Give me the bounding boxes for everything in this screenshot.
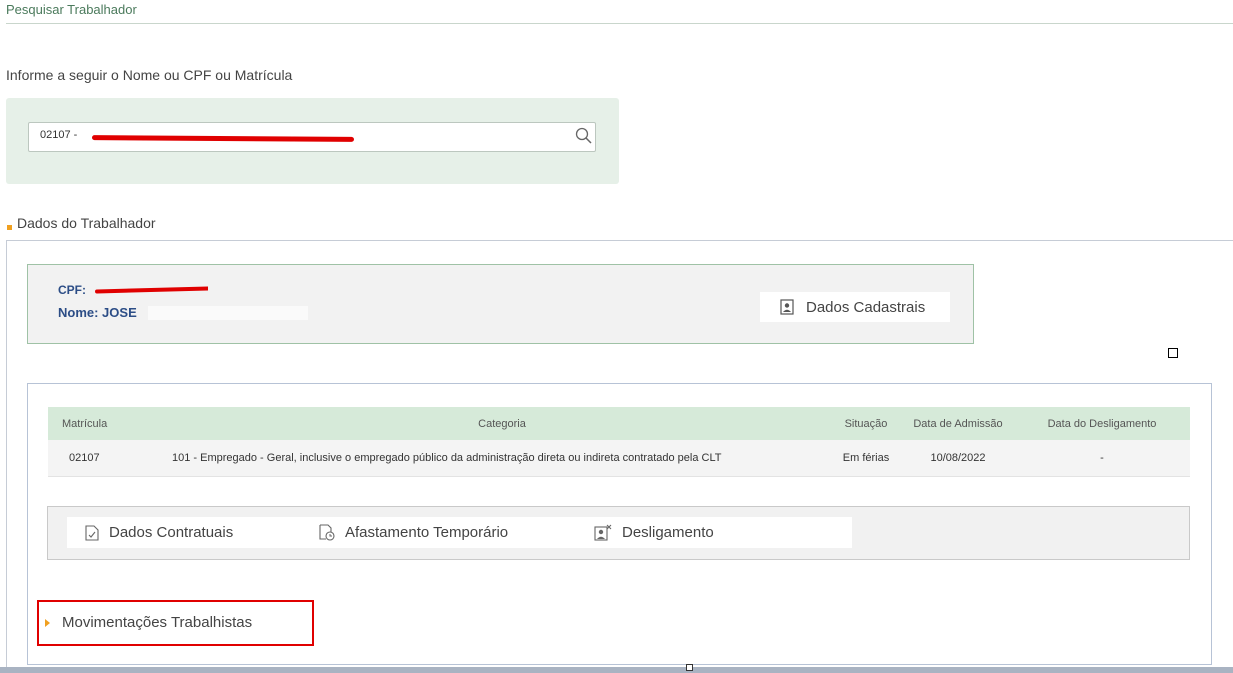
window-bottom-bar — [0, 667, 1233, 673]
search-input-value: 02107 - — [40, 129, 78, 141]
cell-data-admissao: 10/08/2022 — [902, 440, 1014, 477]
section-title: Dados do Trabalhador — [17, 215, 156, 231]
nome-label: Nome: JOSE — [58, 305, 137, 320]
cell-categoria: 101 - Empregado - Geral, inclusive o emp… — [160, 440, 830, 477]
contracts-table: Matrícula Categoria Situação Data de Adm… — [48, 407, 1190, 477]
document-check-icon — [85, 524, 99, 541]
redaction-mask — [208, 283, 218, 295]
user-remove-icon — [594, 524, 612, 541]
search-icon[interactable] — [574, 126, 594, 146]
cell-matricula: 02107 — [48, 440, 160, 477]
checkbox-marker — [1168, 348, 1178, 358]
column-header-situacao: Situação — [830, 407, 902, 440]
afastamento-temporario-button[interactable]: Afastamento Temporário — [319, 517, 508, 548]
search-instruction: Informe a seguir o Nome ou CPF ou Matríc… — [6, 67, 293, 83]
resize-handle[interactable] — [686, 664, 693, 671]
column-header-data-admissao: Data de Admissão — [902, 407, 1014, 440]
afastamento-temporario-label: Afastamento Temporário — [345, 524, 509, 541]
caret-right-icon — [45, 619, 50, 627]
table-header-row: Matrícula Categoria Situação Data de Adm… — [48, 407, 1190, 440]
page-title: Pesquisar Trabalhador — [6, 2, 137, 17]
document-clock-icon — [319, 524, 335, 541]
table-row[interactable]: 02107 101 - Empregado - Geral, inclusive… — [48, 440, 1190, 477]
desligamento-label: Desligamento — [622, 524, 714, 541]
column-header-categoria: Categoria — [160, 407, 830, 440]
redaction-mask — [148, 306, 308, 320]
movimentacoes-trabalhistas-toggle[interactable]: Movimentações Trabalhistas — [62, 614, 252, 631]
dados-contratuais-label: Dados Contratuais — [109, 524, 234, 541]
header-divider — [6, 23, 1233, 24]
column-header-matricula: Matrícula — [48, 407, 160, 440]
dados-contratuais-button[interactable]: Dados Contratuais — [85, 517, 233, 548]
dados-cadastrais-button[interactable]: Dados Cadastrais — [760, 292, 950, 322]
cell-data-desligamento: - — [1014, 440, 1190, 477]
id-card-icon — [780, 299, 794, 315]
section-bullet-icon — [7, 225, 12, 230]
desligamento-button[interactable]: Desligamento — [594, 517, 714, 548]
cpf-label: CPF: — [58, 283, 86, 297]
column-header-data-desligamento: Data do Desligamento — [1014, 407, 1190, 440]
cell-situacao: Em férias — [830, 440, 902, 477]
dados-cadastrais-label: Dados Cadastrais — [806, 298, 926, 316]
